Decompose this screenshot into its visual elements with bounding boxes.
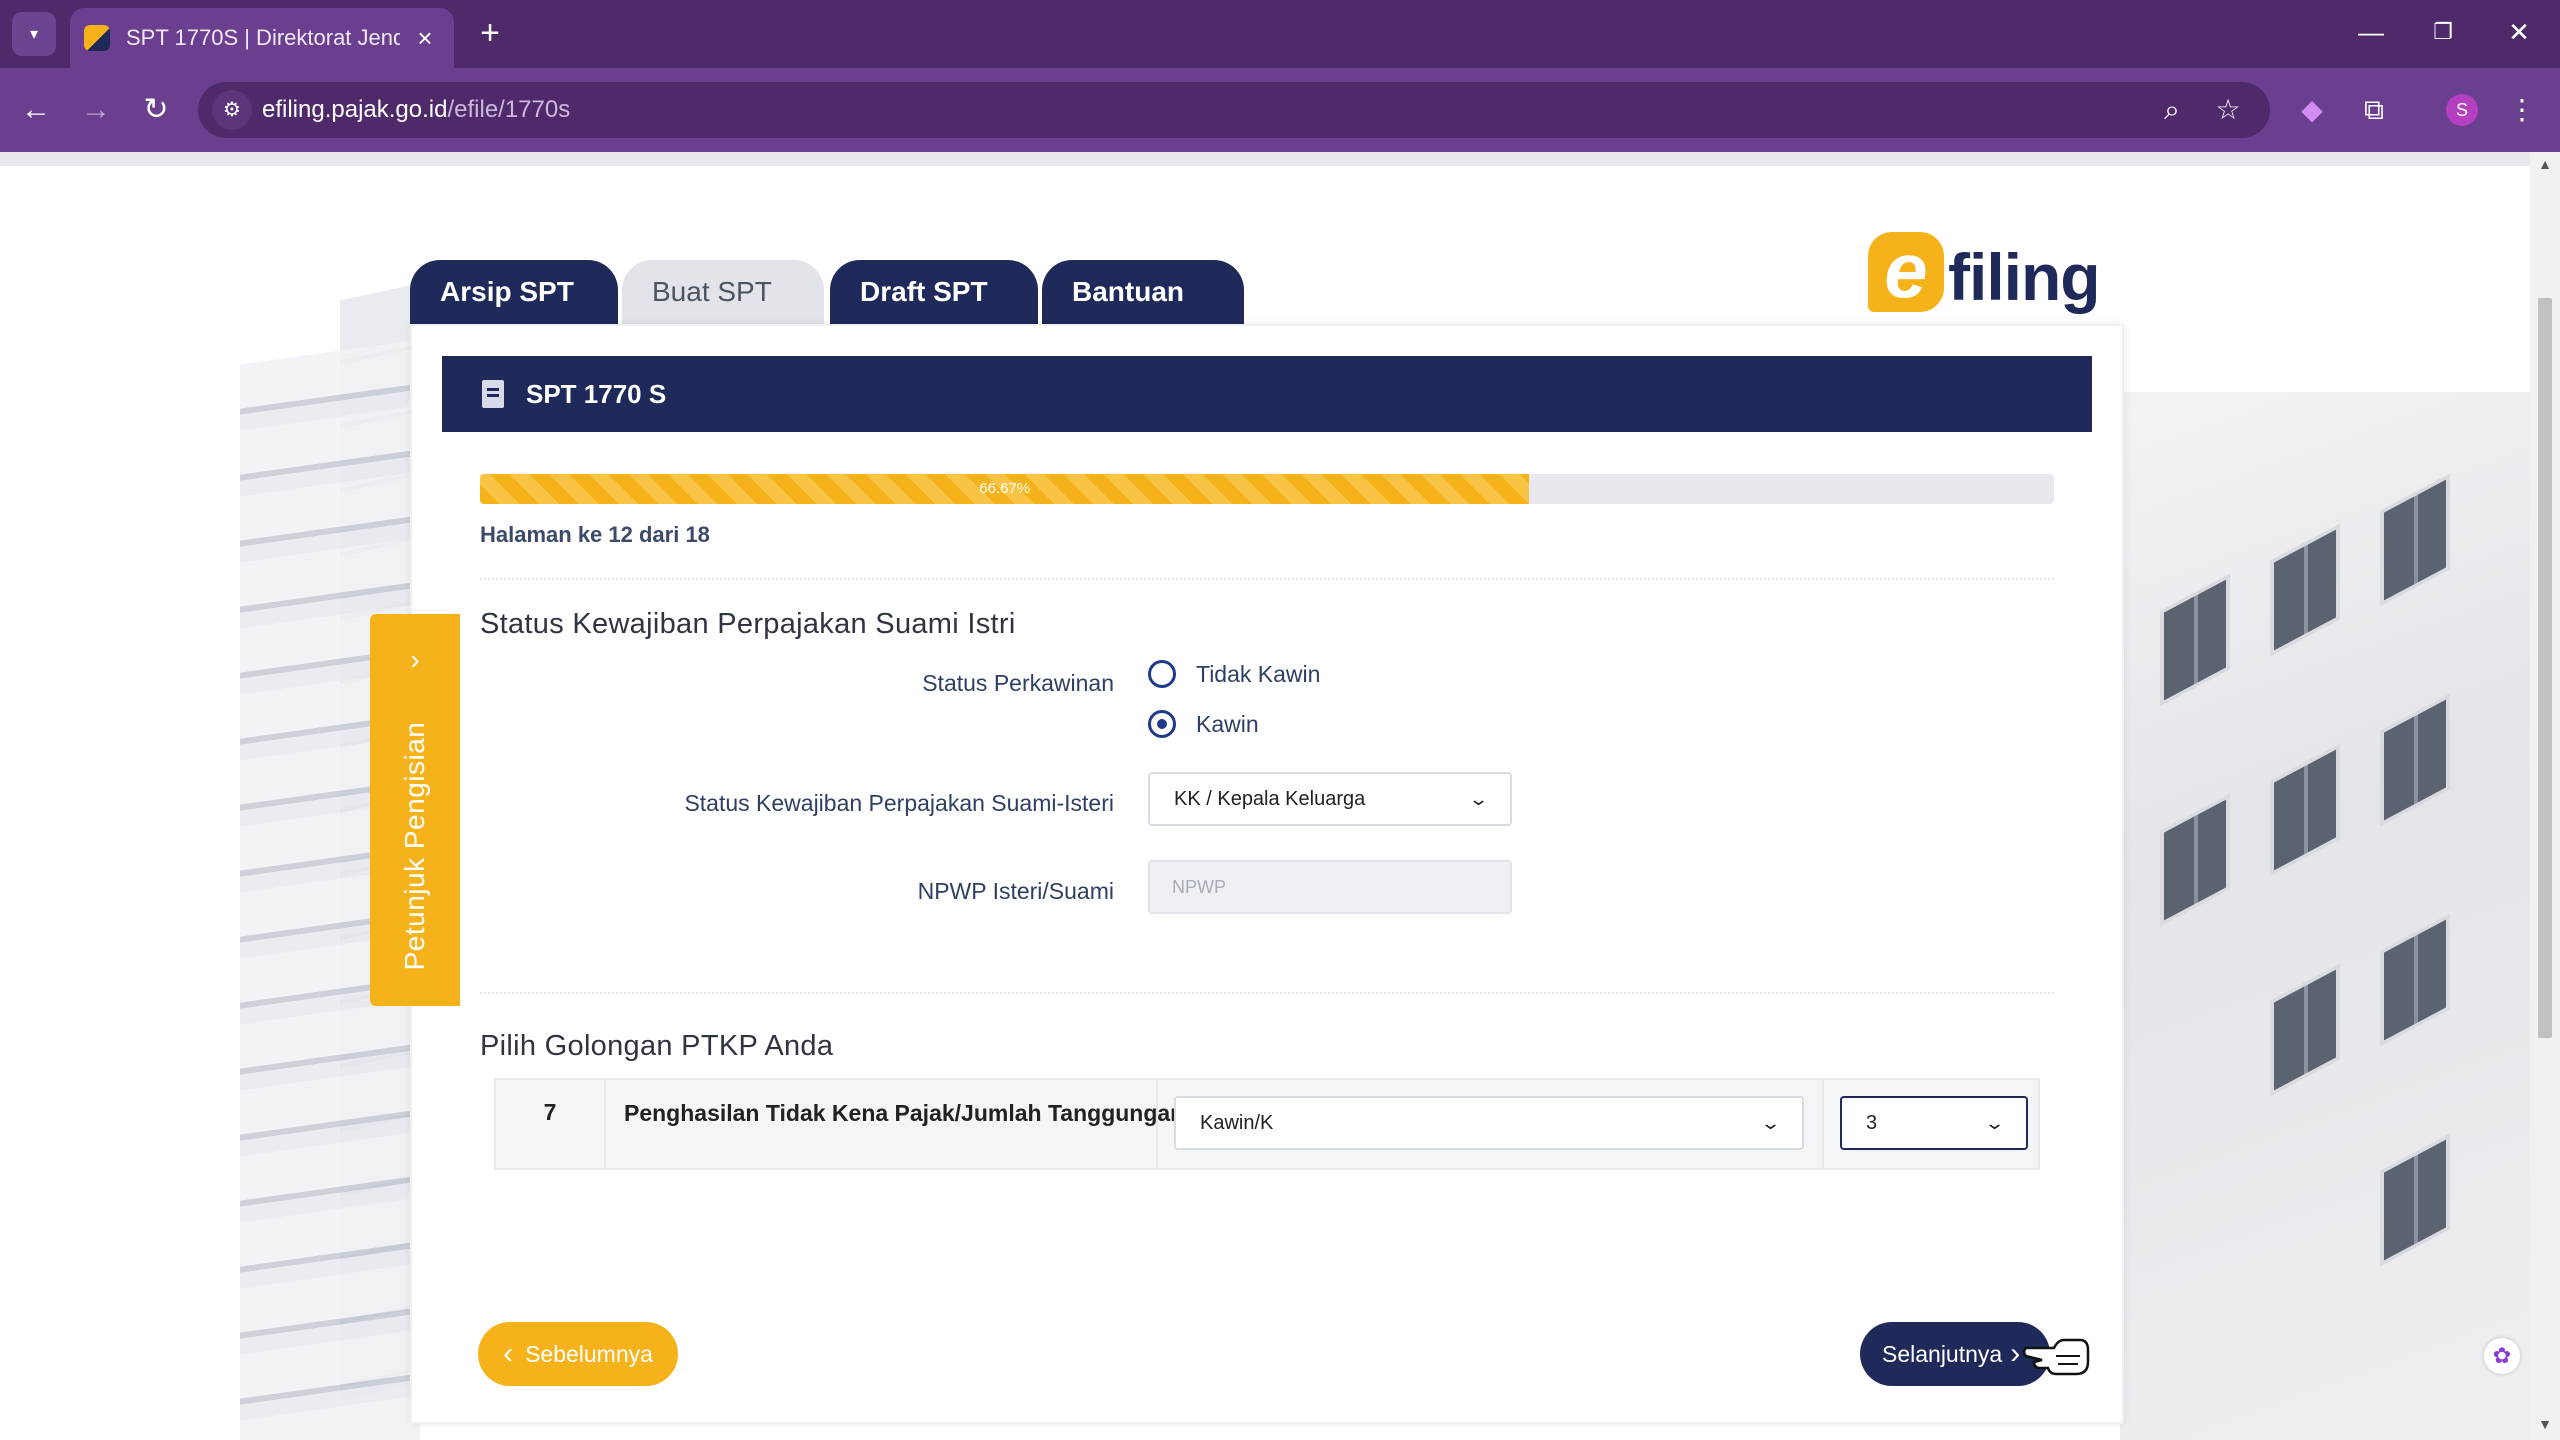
tab-arsip-spt[interactable]: Arsip SPT (410, 260, 618, 324)
building-window (2160, 793, 2230, 927)
forward-icon[interactable]: → (74, 88, 118, 132)
building-window (2380, 693, 2450, 827)
progress-fill: 66.67% (480, 474, 1530, 504)
scrollbar-thumb[interactable] (2538, 298, 2552, 1038)
radio-label: Tidak Kawin (1196, 660, 1321, 687)
label-npwp: NPWP Isteri/Suami (917, 878, 1114, 904)
section-title-ptkp: Pilih Golongan PTKP Anda (480, 1030, 834, 1062)
row-number: 7 (496, 1080, 606, 1168)
section-divider (480, 578, 2054, 580)
select-value: 3 (1866, 1111, 1878, 1134)
building-window (2270, 523, 2340, 657)
npwp-input[interactable]: NPWP (1148, 860, 1512, 914)
label-status-perkawinan: Status Perkawinan (922, 670, 1114, 696)
logo-wordmark: filing (1948, 240, 2101, 314)
card-title: SPT 1770 S (526, 378, 667, 409)
radio-label: Kawin (1196, 710, 1259, 737)
jumlah-tanggungan-select[interactable]: 3 ⌄ (1840, 1096, 2028, 1150)
spt-form-card: SPT 1770 S 66.67% Halaman ke 12 dari 18 … (410, 324, 2124, 1424)
efiling-logo[interactable]: e filing (1868, 222, 2101, 314)
tab-draft-spt[interactable]: Draft SPT (830, 260, 1038, 324)
profile-avatar[interactable]: S (2446, 94, 2478, 126)
hand-pointer-cursor-icon (2022, 1338, 2090, 1376)
radio-circle-icon[interactable] (1148, 660, 1176, 688)
brain-extension-icon[interactable]: ✿ (2484, 1338, 2520, 1374)
back-icon[interactable]: ← (14, 88, 58, 132)
building-window (2270, 963, 2340, 1097)
column-divider (1156, 1080, 1158, 1168)
zoom-icon[interactable]: ⌕ (2152, 92, 2192, 128)
tab-buat-spt[interactable]: Buat SPT (622, 260, 824, 324)
reload-icon[interactable]: ↻ (134, 88, 178, 132)
scroll-down-icon[interactable]: ▼ (2536, 1416, 2554, 1434)
ptkp-table-row: 7 Penghasilan Tidak Kena Pajak/Jumlah Ta… (494, 1078, 2040, 1170)
label-status-kewajiban: Status Kewajiban Perpajakan Suami-Isteri (684, 790, 1114, 816)
radio-selected-icon[interactable] (1148, 710, 1176, 738)
extensions-puzzle-icon[interactable]: ⧉ (2352, 88, 2396, 132)
logo-e-mark: e (1868, 231, 1944, 312)
column-divider (1822, 1080, 1824, 1168)
tab-bantuan[interactable]: Bantuan (1042, 260, 1244, 324)
progress-bar: 66.67% (480, 474, 2054, 504)
address-bar[interactable]: ⚙ efiling.pajak.go.id/efile/1770s ⌕ ☆ (198, 82, 2270, 138)
document-icon (482, 380, 504, 408)
browser-tab-active[interactable]: SPT 1770S | Direktorat Jenderal P × (70, 8, 454, 68)
radio-tidak-kawin[interactable]: Tidak Kawin (1148, 660, 1320, 688)
browser-toolbar: ← → ↻ ⚙ efiling.pajak.go.id/efile/1770s … (0, 68, 2560, 152)
section-divider (480, 992, 2054, 994)
chevron-right-icon: › (2010, 1337, 2021, 1370)
browser-tabbar: ▾ SPT 1770S | Direktorat Jenderal P × + … (0, 0, 2560, 68)
favicon-icon (84, 25, 110, 51)
building-window (2380, 473, 2450, 607)
status-kewajiban-select[interactable]: KK / Kepala Keluarga ⌄ (1148, 772, 1512, 826)
minimize-icon[interactable]: — (2346, 12, 2396, 52)
tab-title: SPT 1770S | Direktorat Jenderal P (126, 25, 400, 50)
restore-icon[interactable]: ❐ (2418, 12, 2468, 52)
card-header: SPT 1770 S (442, 356, 2092, 432)
site-info-icon[interactable]: ⚙ (212, 90, 252, 130)
tab-search-button[interactable]: ▾ (12, 12, 56, 56)
chevron-down-icon: ⌄ (1467, 788, 1490, 809)
previous-button-label: Sebelumnya (525, 1340, 653, 1367)
next-button-label: Selanjutnya (1882, 1340, 2003, 1367)
radio-kawin[interactable]: Kawin (1148, 710, 1259, 738)
ptkp-status-select[interactable]: Kawin/K ⌄ (1174, 1096, 1804, 1150)
side-panel-label: Petunjuk Pengisian (399, 721, 430, 971)
window-close-icon[interactable]: ✕ (2494, 12, 2544, 52)
chevron-right-icon[interactable]: › (370, 644, 460, 676)
building-window (2160, 573, 2230, 707)
background-building-right (2120, 392, 2540, 1440)
menu-kebab-icon[interactable]: ⋮ (2500, 88, 2544, 132)
previous-button[interactable]: ‹ Sebelumnya (478, 1322, 678, 1386)
chevron-down-icon: ⌄ (1983, 1112, 2006, 1133)
petunjuk-pengisian-panel[interactable]: › Petunjuk Pengisian (370, 614, 460, 1006)
page-indicator: Halaman ke 12 dari 18 (480, 522, 710, 547)
page-viewport: ▲ ▼ e filing Arsip SPT Buat SPT Draft SP… (0, 152, 2560, 1440)
section-title-status: Status Kewajiban Perpajakan Suami Istri (480, 608, 1016, 640)
top-divider (0, 152, 2530, 166)
scroll-up-icon[interactable]: ▲ (2536, 156, 2554, 174)
building-window (2270, 743, 2340, 877)
chevron-down-icon: ⌄ (1759, 1112, 1782, 1133)
tab-close-icon[interactable]: × (410, 23, 440, 54)
url-text[interactable]: efiling.pajak.go.id/efile/1770s (262, 96, 570, 124)
new-tab-button[interactable]: + (470, 14, 510, 54)
bookmark-star-icon[interactable]: ☆ (2208, 92, 2248, 128)
chevron-left-icon: ‹ (503, 1337, 514, 1370)
building-window (2380, 1133, 2450, 1267)
building-window (2380, 913, 2450, 1047)
select-value: KK / Kepala Keluarga (1174, 787, 1366, 810)
row-label: Penghasilan Tidak Kena Pajak/Jumlah Tang… (624, 1100, 1185, 1126)
extension-gem-icon[interactable]: ◆ (2290, 88, 2334, 132)
select-value: Kawin/K (1200, 1111, 1274, 1134)
